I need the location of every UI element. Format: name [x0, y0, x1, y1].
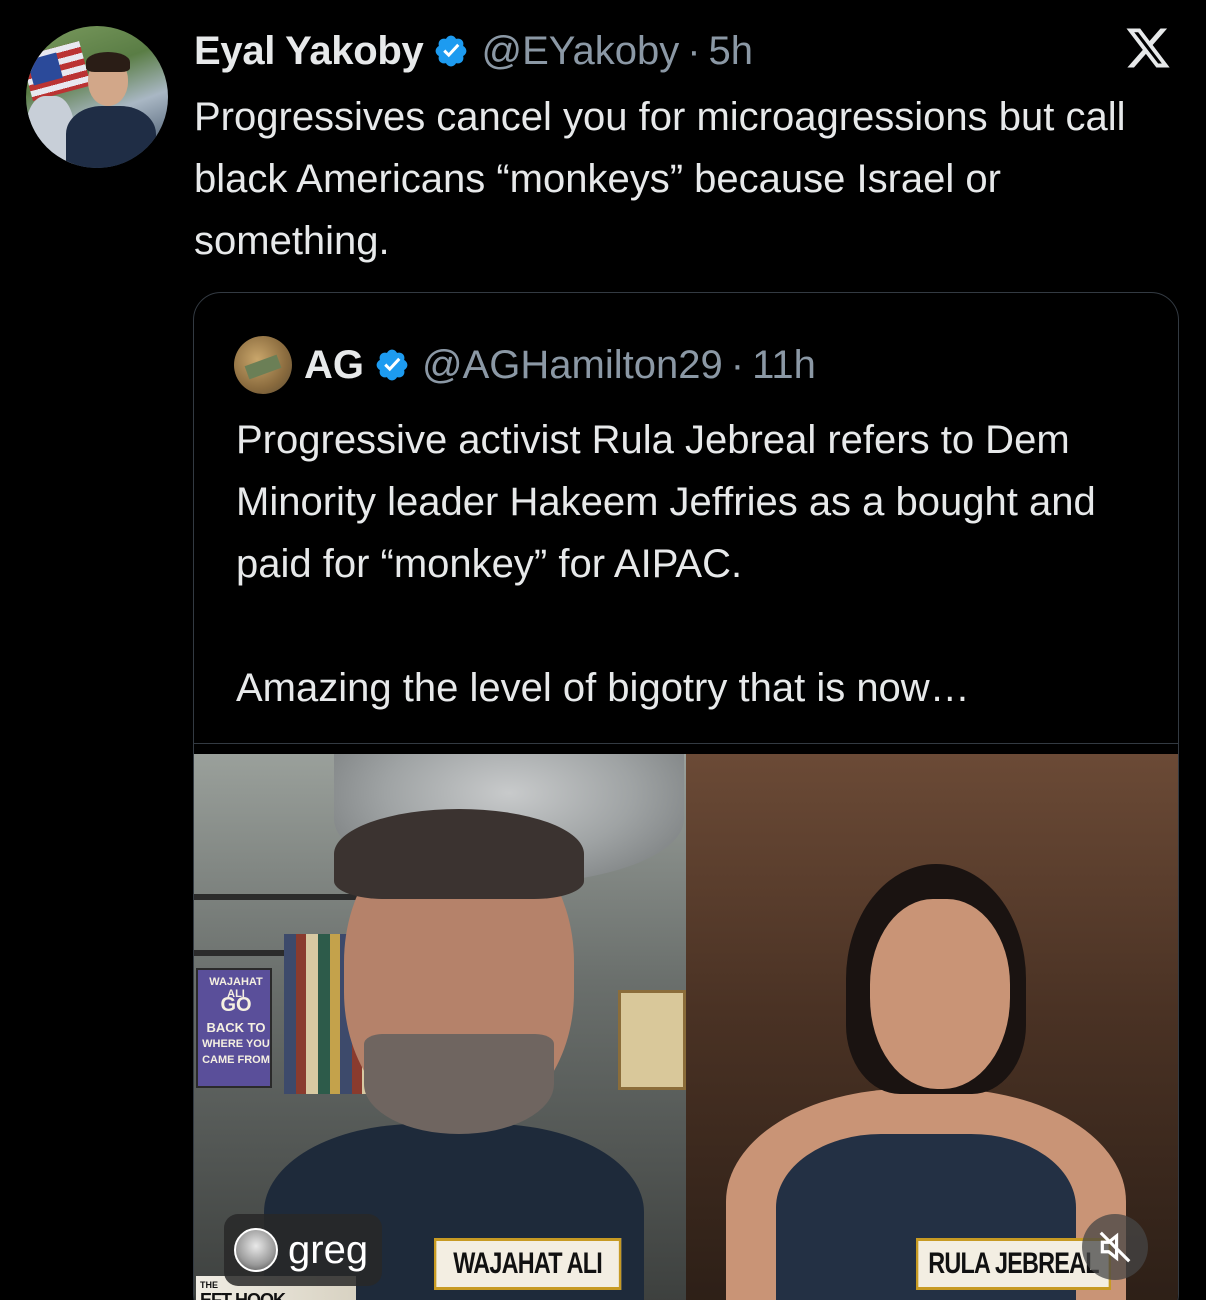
verified-badge-icon	[436, 35, 467, 67]
quoted-tweet-card[interactable]: AG @AGHamilton29 · 11h Progressive activ…	[193, 292, 1179, 1300]
person-left-beard	[364, 1034, 554, 1134]
book-cover: WAJAHAT ALI GO BACK TO WHERE YOU CAME FR…	[196, 968, 272, 1088]
quoted-tweet-timestamp[interactable]: 11h	[752, 343, 816, 388]
tweet-text: Progressives cancel you for microagressi…	[194, 95, 1126, 263]
quoted-tweet-text: Progressive activist Rula Jebreal refers…	[236, 409, 1156, 719]
name-tag-left: WAJAHAT ALI	[434, 1238, 622, 1290]
mute-button[interactable]	[1082, 1214, 1148, 1280]
author-handle[interactable]: @EYakoby	[481, 29, 679, 74]
quoted-text-paragraph-2: Amazing the level of bigotry that is now…	[236, 666, 970, 710]
author-name[interactable]: Eyal Yakoby	[194, 29, 424, 74]
author-avatar[interactable]	[26, 26, 168, 168]
person-left-hair	[334, 809, 584, 899]
mute-icon	[1099, 1231, 1131, 1263]
quoted-text-paragraph-1: Progressive activist Rula Jebreal refers…	[236, 418, 1096, 586]
quoted-tweet-header: AG @AGHamilton29 · 11h	[234, 336, 816, 394]
verified-badge-icon	[376, 349, 408, 381]
separator-dot: ·	[730, 342, 745, 387]
overlay-user-name: greg	[288, 1227, 369, 1272]
quoted-author-name[interactable]: AG	[304, 343, 364, 388]
tweet-header: Eyal Yakoby @EYakoby · 5h	[194, 26, 753, 76]
framed-picture	[618, 990, 686, 1090]
tweet-timestamp[interactable]: 5h	[709, 29, 754, 74]
overlay-user-avatar	[234, 1228, 278, 1272]
separator-dot: ·	[687, 28, 701, 73]
x-logo-icon	[1126, 28, 1170, 68]
overlay-user-pill[interactable]: greg	[224, 1214, 383, 1286]
video-media[interactable]: WAJAHAT ALI GO BACK TO WHERE YOU CAME FR…	[194, 743, 1178, 1300]
person-right-head	[870, 899, 1010, 1089]
quoted-author-handle[interactable]: @AGHamilton29	[422, 343, 723, 388]
quoted-author-avatar[interactable]	[234, 336, 292, 394]
